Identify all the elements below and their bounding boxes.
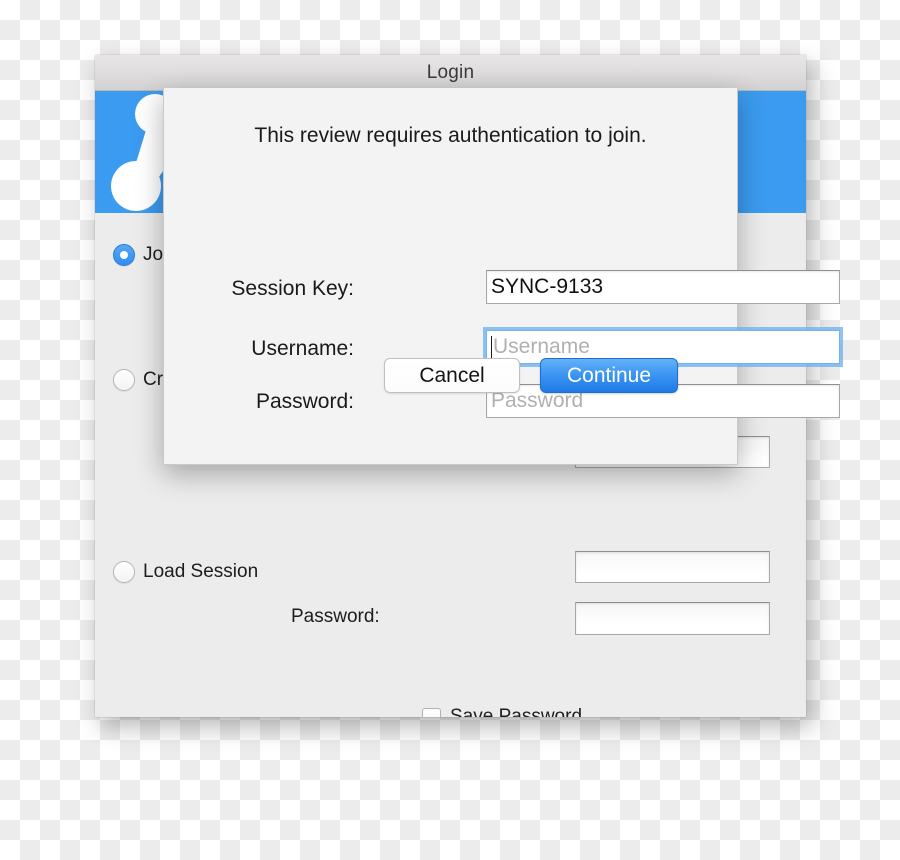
background-password-label: Password:: [291, 606, 380, 627]
save-password-label: Save Password: [450, 706, 583, 717]
text-caret: [491, 336, 492, 358]
window-title-bar: Login: [95, 55, 806, 91]
radio-indicator-create[interactable]: [113, 369, 135, 391]
modal-session-key-label: Session Key:: [231, 277, 354, 300]
modal-username-label: Username:: [251, 337, 354, 360]
modal-password-label: Password:: [255, 390, 354, 413]
radio-option-load-session[interactable]: Load Session: [113, 561, 258, 583]
background-input-username[interactable]: [575, 551, 770, 583]
radio-indicator-join[interactable]: [113, 244, 135, 266]
background-input-password[interactable]: [575, 602, 770, 635]
authentication-modal: This review requires authentication to j…: [163, 88, 840, 465]
radio-indicator-load-session[interactable]: [113, 561, 135, 583]
modal-continue-button[interactable]: Continue: [540, 358, 678, 393]
save-password-checkbox[interactable]: [422, 707, 441, 717]
window-title: Login: [426, 61, 475, 83]
radio-label-load-session: Load Session: [143, 561, 259, 582]
modal-session-key-value: SYNC-9133: [491, 275, 604, 298]
modal-username-placeholder: Username: [493, 335, 590, 358]
save-password-checkbox-row[interactable]: Save Password: [422, 706, 582, 717]
modal-headline: This review requires authentication to j…: [254, 124, 647, 147]
modal-cancel-button[interactable]: Cancel: [384, 358, 520, 393]
modal-session-key-input[interactable]: SYNC-9133: [486, 270, 840, 304]
